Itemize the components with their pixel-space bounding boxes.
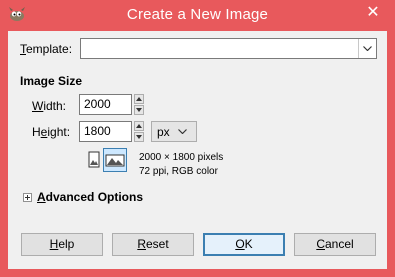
unit-value: px — [157, 125, 170, 139]
close-icon: ✕ — [366, 4, 380, 21]
image-size-heading: Image Size — [20, 74, 83, 88]
arrow-up-icon — [136, 97, 142, 101]
template-label: Template: — [20, 42, 73, 56]
portrait-icon — [88, 151, 100, 168]
help-button[interactable]: Help — [21, 233, 103, 256]
height-spinner[interactable] — [134, 121, 144, 142]
chevron-down-icon — [178, 129, 187, 134]
height-decrement-button[interactable] — [134, 132, 144, 142]
image-resolution-info: 72 ppi, RGB color — [139, 166, 218, 177]
width-label: Width: — [32, 99, 67, 113]
template-dropdown-button[interactable] — [358, 39, 376, 58]
width-increment-button[interactable] — [134, 94, 144, 104]
title-bar[interactable]: Create a New Image ✕ — [0, 0, 395, 30]
height-label: Height: — [32, 125, 71, 139]
cancel-button[interactable]: Cancel — [294, 233, 376, 256]
landscape-toggle[interactable] — [103, 148, 127, 172]
dialog-window: Create a New Image ✕ Template: Image Siz… — [0, 0, 395, 277]
image-dimensions-info: 2000 × 1800 pixels — [139, 152, 224, 163]
plus-icon — [25, 195, 30, 200]
reset-button[interactable]: Reset — [112, 233, 194, 256]
dialog-content: Template: Image Size Width: 2000 Height:… — [8, 31, 387, 269]
template-combo[interactable] — [80, 38, 377, 59]
arrow-up-icon — [136, 124, 142, 128]
height-increment-button[interactable] — [134, 121, 144, 131]
landscape-icon — [105, 154, 125, 167]
advanced-options-label[interactable]: Advanced Options — [37, 190, 143, 204]
chevron-down-icon — [363, 46, 372, 51]
advanced-options-expander[interactable] — [23, 193, 32, 202]
width-decrement-button[interactable] — [134, 105, 144, 115]
width-spinner[interactable] — [134, 94, 144, 115]
ok-button[interactable]: OK — [203, 233, 285, 256]
portrait-toggle[interactable] — [83, 149, 105, 171]
width-input[interactable]: 2000 — [79, 94, 132, 115]
height-input[interactable]: 1800 — [79, 121, 132, 142]
close-button[interactable]: ✕ — [361, 2, 385, 24]
arrow-down-icon — [136, 135, 142, 139]
arrow-down-icon — [136, 108, 142, 112]
window-title: Create a New Image — [126, 6, 269, 23]
unit-combo[interactable]: px — [151, 121, 197, 142]
